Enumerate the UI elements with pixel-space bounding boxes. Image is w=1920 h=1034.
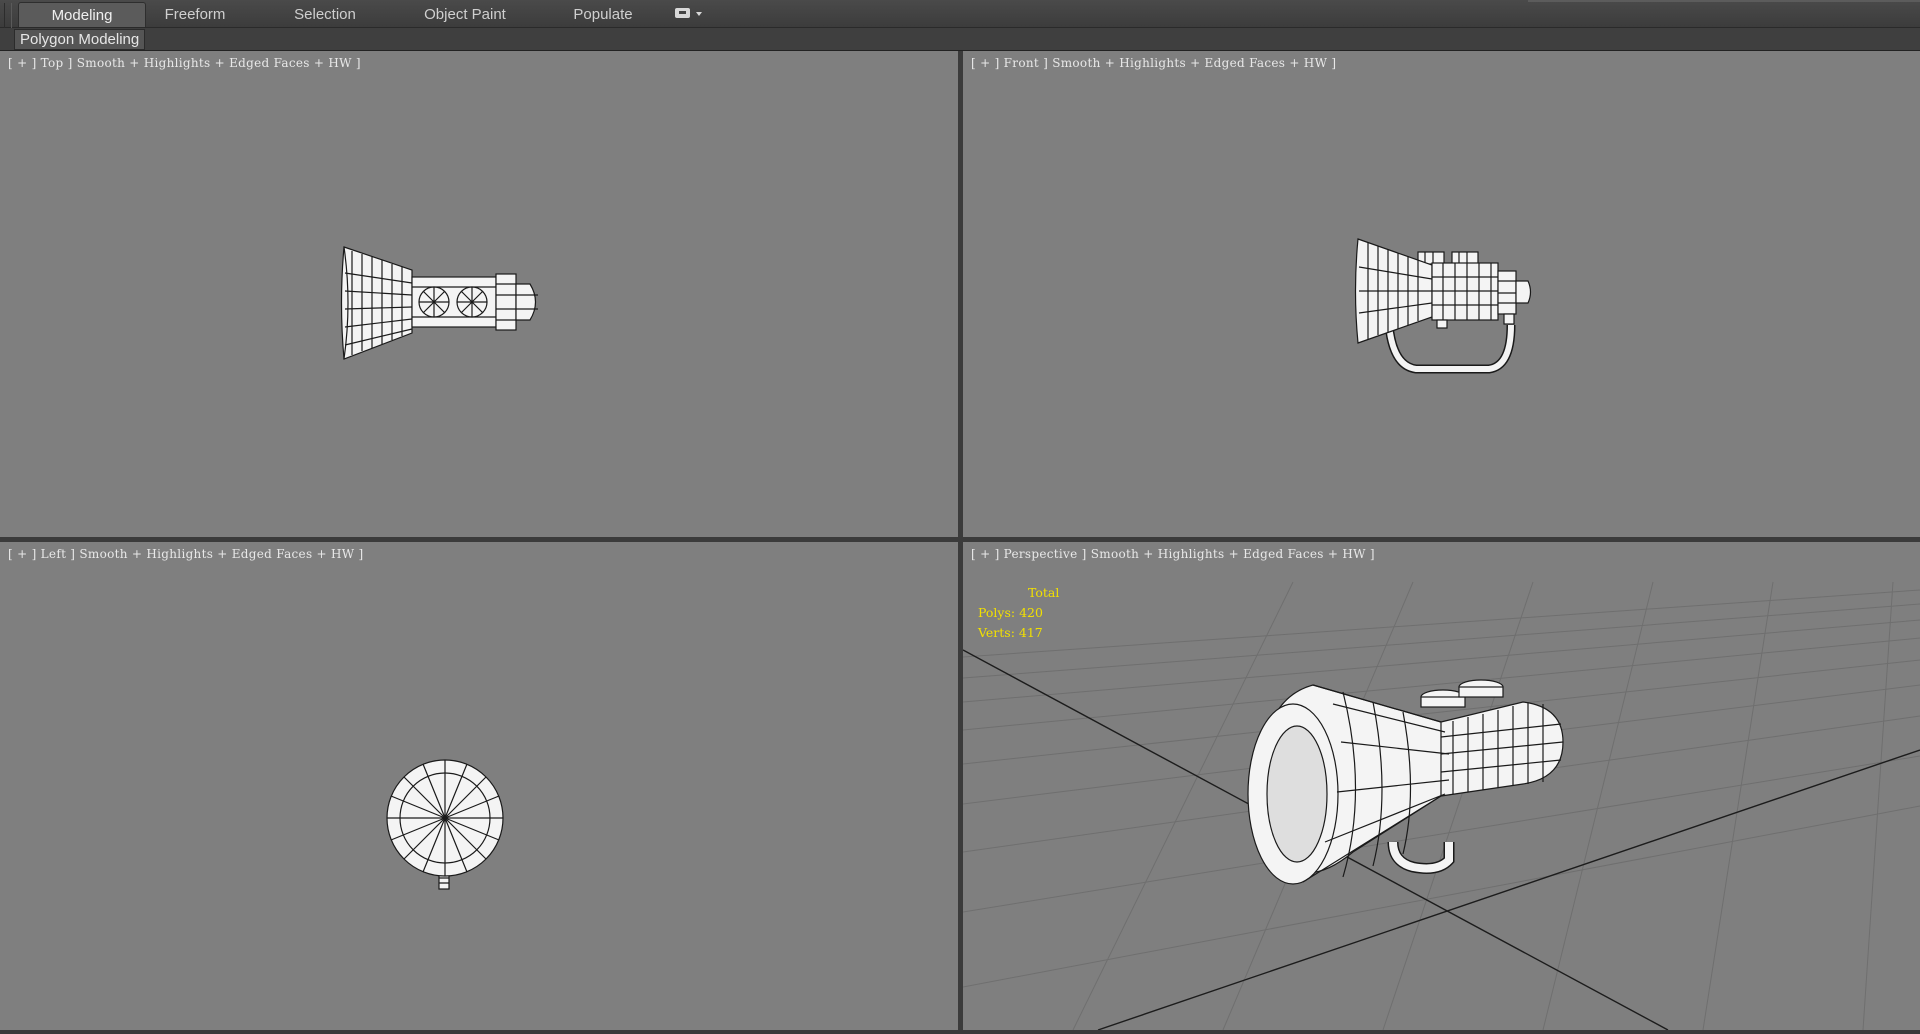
model-left-view — [386, 759, 504, 890]
model-top-view — [340, 246, 538, 360]
viewport-top[interactable]: [ + ] Top ] Smooth + Highlights + Edged … — [0, 51, 958, 537]
tab-populate[interactable]: Populate — [560, 2, 646, 27]
viewport-divider-vertical[interactable] — [958, 51, 963, 1034]
tab-selection[interactable]: Selection — [280, 2, 370, 27]
model-perspective-view — [963, 581, 1920, 1030]
viewport-front[interactable]: [ + ] Front ] Smooth + Highlights + Edge… — [963, 51, 1920, 537]
tab-freeform[interactable]: Freeform — [150, 2, 240, 27]
viewport-divider-horizontal[interactable] — [0, 537, 1920, 542]
viewport-left[interactable]: [ + ] Left ] Smooth + Highlights + Edged… — [0, 542, 958, 1030]
viewport-perspective[interactable]: [ + ] Perspective ] Smooth + Highlights … — [963, 542, 1920, 1030]
model-front-view — [1354, 238, 1532, 374]
tab-object-paint[interactable]: Object Paint — [410, 2, 520, 27]
tab-modeling[interactable]: Modeling — [18, 2, 146, 27]
megaphone-model — [1247, 679, 1564, 885]
home-grid — [963, 581, 1920, 1030]
chevron-down-icon[interactable] — [696, 12, 702, 16]
ribbon-panel-bar: Polygon Modeling — [0, 28, 1920, 51]
ribbon-options-icon[interactable] — [675, 8, 690, 18]
tabbar-edge — [1528, 0, 1920, 2]
status-strip — [0, 1030, 1920, 1034]
panel-polygon-modeling[interactable]: Polygon Modeling — [14, 29, 146, 50]
ribbon-tab-bar: Modeling Freeform Selection Object Paint… — [0, 0, 1920, 47]
